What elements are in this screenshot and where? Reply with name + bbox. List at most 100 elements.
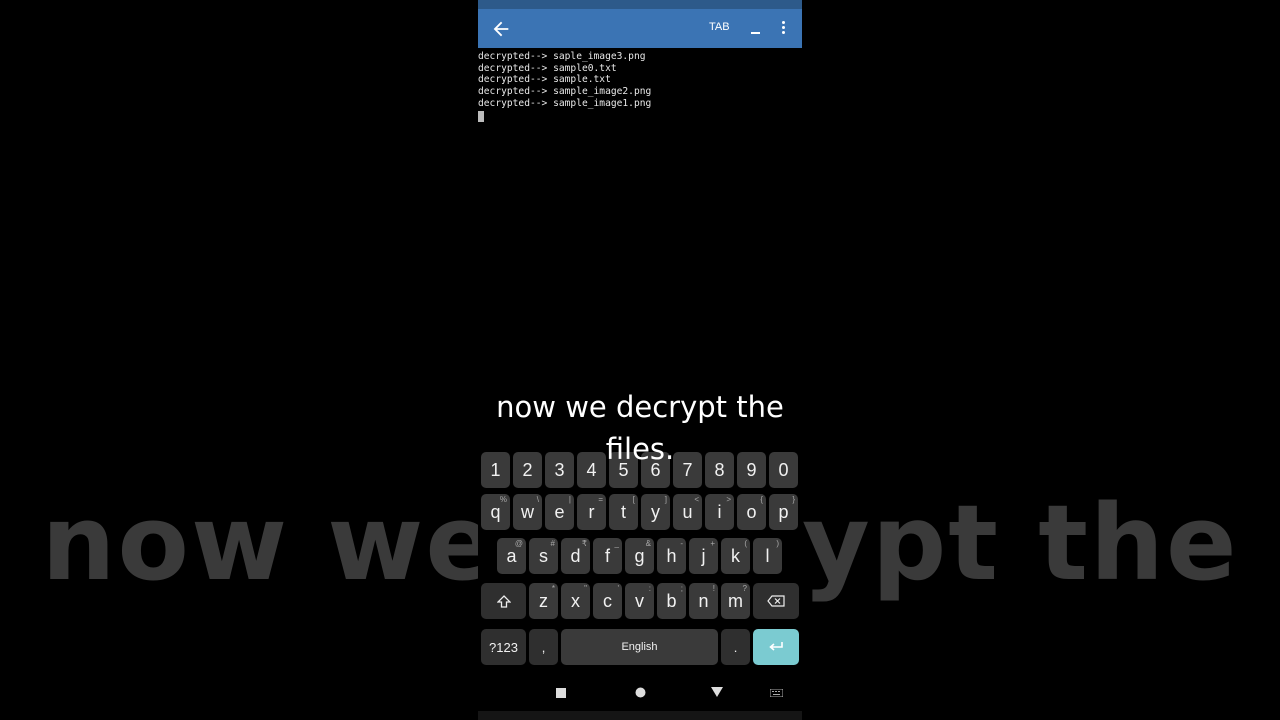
shift-key[interactable] (481, 583, 526, 619)
key-hint: " (584, 584, 587, 593)
key-hint: _ (614, 539, 619, 548)
key-c[interactable]: c ' (593, 583, 622, 619)
terminal-output[interactable]: decrypted--> saple_image3.png decrypted-… (478, 51, 802, 122)
key-e[interactable]: e | (545, 494, 574, 530)
status-bar (478, 0, 802, 9)
key-label: z (539, 590, 548, 611)
key-s[interactable]: s # (529, 538, 558, 574)
key-label: n (698, 590, 709, 611)
key-hint: + (710, 539, 715, 548)
key-label: h (666, 545, 677, 566)
key-label: c (603, 590, 612, 611)
key-label: m (728, 590, 743, 611)
key-n[interactable]: n! (689, 583, 718, 619)
key-a[interactable]: a @ (497, 538, 526, 574)
key-u[interactable]: u < (673, 494, 702, 530)
key-v[interactable]: v: (625, 583, 654, 619)
keyboard-switch-icon[interactable] (770, 689, 783, 697)
key-hint: * (551, 584, 555, 593)
key-hint: ; (680, 584, 683, 593)
key-g[interactable]: g & (625, 538, 654, 574)
space-key[interactable]: English (561, 629, 718, 665)
key-hint: @ (514, 539, 523, 548)
key-label: ?123 (489, 639, 518, 655)
key-label: e (554, 501, 565, 522)
key-j[interactable]: j + (689, 538, 718, 574)
key-hint: - (680, 539, 683, 548)
key-label: , (541, 639, 546, 655)
key-w[interactable]: w \ (513, 494, 542, 530)
key-hint: [ (632, 495, 635, 504)
backspace-key[interactable] (753, 583, 799, 619)
key-hint: ₹ (581, 539, 587, 548)
period-key[interactable]: . (721, 629, 750, 665)
key-label: d (570, 545, 581, 566)
key-hint: = (598, 495, 603, 504)
key-r[interactable]: r = (577, 494, 606, 530)
key-label: x (571, 590, 580, 611)
back-triangle-icon[interactable] (711, 687, 723, 697)
terminal-line: decrypted--> sample.txt (478, 74, 611, 86)
back-arrow-icon[interactable] (490, 18, 512, 40)
comma-key[interactable]: , (529, 629, 558, 665)
key-label: . (733, 639, 738, 655)
key-k[interactable]: k( (721, 538, 750, 574)
terminal-line: decrypted--> sample0.txt (478, 62, 617, 74)
key-label: f (604, 545, 610, 566)
enter-icon (769, 642, 783, 651)
key-label: q (490, 501, 501, 522)
key-label: y (651, 501, 660, 522)
key-h[interactable]: h- (657, 538, 686, 574)
key-label: o (746, 501, 757, 522)
key-hint: ! (712, 584, 715, 593)
key-label: k (731, 545, 740, 566)
backspace-icon (767, 595, 785, 607)
key-label: b (666, 590, 677, 611)
key-hint: | (568, 495, 571, 504)
key-o[interactable]: o{ (737, 494, 766, 530)
app-toolbar: TAB (478, 9, 802, 48)
navigation-bar (478, 675, 802, 711)
enter-key[interactable] (753, 629, 799, 665)
home-icon[interactable] (635, 687, 646, 698)
key-f[interactable]: f _ (593, 538, 622, 574)
key-hint: > (726, 495, 731, 504)
key-hint: { (760, 495, 763, 504)
key-hint: : (648, 584, 651, 593)
key-i[interactable]: i > (705, 494, 734, 530)
minimize-icon[interactable] (751, 15, 761, 37)
key-hint: ( (744, 539, 747, 548)
key-p[interactable]: p} (769, 494, 798, 530)
key-y[interactable]: y] (641, 494, 670, 530)
key-d[interactable]: d ₹ (561, 538, 590, 574)
key-label: j (701, 545, 706, 566)
more-options-icon[interactable] (782, 21, 786, 37)
key-hint: ' (617, 584, 619, 593)
terminal-cursor (478, 110, 484, 122)
bottom-strip (478, 711, 802, 720)
key-label: p (778, 501, 789, 522)
key-hint: < (694, 495, 699, 504)
key-b[interactable]: b; (657, 583, 686, 619)
terminal-line: decrypted--> sample_image1.png (478, 97, 652, 109)
key-q[interactable]: q% (481, 494, 510, 530)
key-label: s (539, 545, 548, 566)
key-z[interactable]: z * (529, 583, 558, 619)
key-label: r (588, 501, 595, 522)
key-label: English (621, 641, 658, 653)
key-label: l (765, 545, 770, 566)
key-l[interactable]: l) (753, 538, 782, 574)
phone-screen: TAB decrypted--> saple_image3.png decryp… (478, 0, 802, 720)
terminal-line: decrypted--> saple_image3.png (478, 51, 646, 62)
key-hint: & (645, 539, 651, 548)
key-label: w (521, 501, 534, 522)
key-m[interactable]: m? (721, 583, 750, 619)
key-hint: # (550, 539, 555, 548)
key-x[interactable]: x " (561, 583, 590, 619)
key-label: v (635, 590, 644, 611)
symbols-key[interactable]: ?123 (481, 629, 526, 665)
tab-key-button[interactable]: TAB (709, 21, 730, 33)
key-label: g (634, 545, 645, 566)
recent-apps-icon[interactable] (556, 688, 566, 698)
key-t[interactable]: t[ (609, 494, 638, 530)
